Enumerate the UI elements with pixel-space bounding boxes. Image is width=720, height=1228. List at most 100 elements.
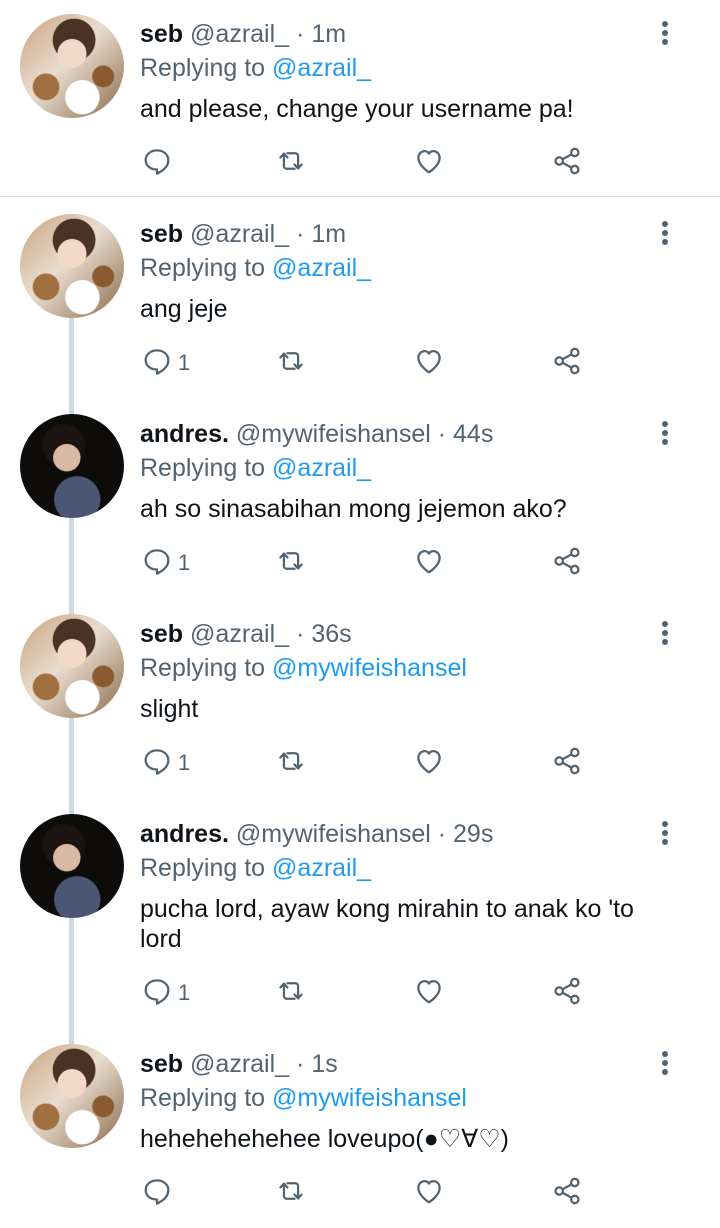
avatar[interactable] bbox=[20, 214, 124, 318]
tweet-actions: 1 bbox=[140, 973, 600, 1013]
replying-to: Replying to @mywifeishansel bbox=[140, 652, 467, 684]
replying-to: Replying to @azrail_ bbox=[140, 252, 371, 284]
tweet-header: seb @azrail_ · 1m bbox=[140, 218, 346, 250]
retweet-button[interactable] bbox=[274, 973, 308, 1013]
retweet-button[interactable] bbox=[274, 543, 308, 583]
tweet-actions bbox=[140, 1173, 600, 1213]
share-icon bbox=[550, 1174, 584, 1213]
share-button[interactable] bbox=[550, 973, 584, 1013]
tweet-text: and please, change your username pa! bbox=[140, 95, 574, 123]
avatar[interactable] bbox=[20, 1044, 124, 1148]
more-vertical-icon[interactable] bbox=[655, 418, 675, 450]
share-icon bbox=[550, 744, 584, 783]
username[interactable]: @azrail_ bbox=[190, 1050, 289, 1078]
tweet-actions bbox=[140, 143, 600, 183]
tweet-text: hehehehehehee loveupo(●♡∀♡) bbox=[140, 1125, 509, 1153]
replying-to: Replying to @azrail_ bbox=[140, 452, 371, 484]
reply-button[interactable] bbox=[140, 143, 178, 183]
retweet-button[interactable] bbox=[274, 1173, 308, 1213]
replying-to: Replying to @azrail_ bbox=[140, 52, 371, 84]
heart-icon bbox=[412, 1174, 446, 1213]
timestamp[interactable]: 1m bbox=[311, 220, 346, 248]
like-button[interactable] bbox=[412, 973, 446, 1013]
share-icon bbox=[550, 344, 584, 383]
retweet-button[interactable] bbox=[274, 743, 308, 783]
retweet-icon bbox=[274, 344, 308, 383]
reply-button[interactable]: 1 bbox=[140, 543, 190, 583]
like-button[interactable] bbox=[412, 543, 446, 583]
reply-button[interactable]: 1 bbox=[140, 973, 190, 1013]
retweet-icon bbox=[274, 974, 308, 1013]
display-name[interactable]: andres. bbox=[140, 420, 229, 448]
replying-to-label: Replying to bbox=[140, 654, 266, 682]
username[interactable]: @azrail_ bbox=[190, 620, 289, 648]
share-button[interactable] bbox=[550, 143, 584, 183]
retweet-button[interactable] bbox=[274, 343, 308, 383]
reply-icon bbox=[140, 1174, 174, 1213]
mention-link[interactable]: @azrail_ bbox=[272, 454, 371, 482]
reply-button[interactable]: 1 bbox=[140, 743, 190, 783]
share-button[interactable] bbox=[550, 1173, 584, 1213]
like-button[interactable] bbox=[412, 143, 446, 183]
share-button[interactable] bbox=[550, 343, 584, 383]
share-button[interactable] bbox=[550, 743, 584, 783]
avatar[interactable] bbox=[20, 614, 124, 718]
separator-dot: · bbox=[296, 20, 305, 48]
display-name[interactable]: seb bbox=[140, 220, 183, 248]
more-vertical-icon[interactable] bbox=[655, 1048, 675, 1080]
more-vertical-icon[interactable] bbox=[655, 818, 675, 850]
more-vertical-icon[interactable] bbox=[655, 618, 675, 650]
replying-to-label: Replying to bbox=[140, 454, 266, 482]
heart-icon bbox=[412, 974, 446, 1013]
reply-icon bbox=[140, 974, 174, 1013]
tweet-header: andres. @mywifeishansel · 44s bbox=[140, 418, 493, 450]
reply-icon bbox=[140, 744, 174, 783]
mention-link[interactable]: @azrail_ bbox=[272, 854, 371, 882]
like-button[interactable] bbox=[412, 743, 446, 783]
like-button[interactable] bbox=[412, 343, 446, 383]
share-icon bbox=[550, 544, 584, 583]
timestamp[interactable]: 44s bbox=[453, 420, 493, 448]
avatar[interactable] bbox=[20, 414, 124, 518]
display-name[interactable]: seb bbox=[140, 20, 183, 48]
username[interactable]: @mywifeishansel bbox=[236, 820, 431, 848]
separator-dot: · bbox=[296, 620, 305, 648]
timestamp[interactable]: 36s bbox=[311, 620, 351, 648]
tweet-text: ang jeje bbox=[140, 295, 228, 323]
mention-link[interactable]: @azrail_ bbox=[272, 254, 371, 282]
retweet-button[interactable] bbox=[274, 143, 308, 183]
username[interactable]: @azrail_ bbox=[190, 20, 289, 48]
username[interactable]: @mywifeishansel bbox=[236, 420, 431, 448]
retweet-icon bbox=[274, 544, 308, 583]
timestamp[interactable]: 29s bbox=[453, 820, 493, 848]
display-name[interactable]: seb bbox=[140, 1050, 183, 1078]
replying-to-label: Replying to bbox=[140, 854, 266, 882]
reply-button[interactable] bbox=[140, 1173, 178, 1213]
share-button[interactable] bbox=[550, 543, 584, 583]
tweet-header: andres. @mywifeishansel · 29s bbox=[140, 818, 493, 850]
like-button[interactable] bbox=[412, 1173, 446, 1213]
more-vertical-icon[interactable] bbox=[655, 18, 675, 50]
tweet-actions: 1 bbox=[140, 343, 600, 383]
tweet-header: seb @azrail_ · 36s bbox=[140, 618, 352, 650]
username[interactable]: @azrail_ bbox=[190, 220, 289, 248]
separator-dot: · bbox=[437, 420, 447, 448]
retweet-icon bbox=[274, 1174, 308, 1213]
avatar[interactable] bbox=[20, 14, 124, 118]
avatar[interactable] bbox=[20, 814, 124, 918]
more-vertical-icon[interactable] bbox=[655, 218, 675, 250]
replying-to-label: Replying to bbox=[140, 254, 266, 282]
display-name[interactable]: seb bbox=[140, 620, 183, 648]
timestamp[interactable]: 1s bbox=[311, 1050, 337, 1078]
reply-button[interactable]: 1 bbox=[140, 343, 190, 383]
tweet-actions: 1 bbox=[140, 743, 600, 783]
tweet-actions: 1 bbox=[140, 543, 600, 583]
separator-dot: · bbox=[296, 1050, 305, 1078]
mention-link[interactable]: @mywifeishansel bbox=[272, 654, 467, 682]
timestamp[interactable]: 1m bbox=[311, 20, 346, 48]
mention-link[interactable]: @azrail_ bbox=[272, 54, 371, 82]
mention-link[interactable]: @mywifeishansel bbox=[272, 1084, 467, 1112]
reply-count: 1 bbox=[178, 980, 191, 1005]
separator-dot: · bbox=[437, 820, 447, 848]
display-name[interactable]: andres. bbox=[140, 820, 229, 848]
